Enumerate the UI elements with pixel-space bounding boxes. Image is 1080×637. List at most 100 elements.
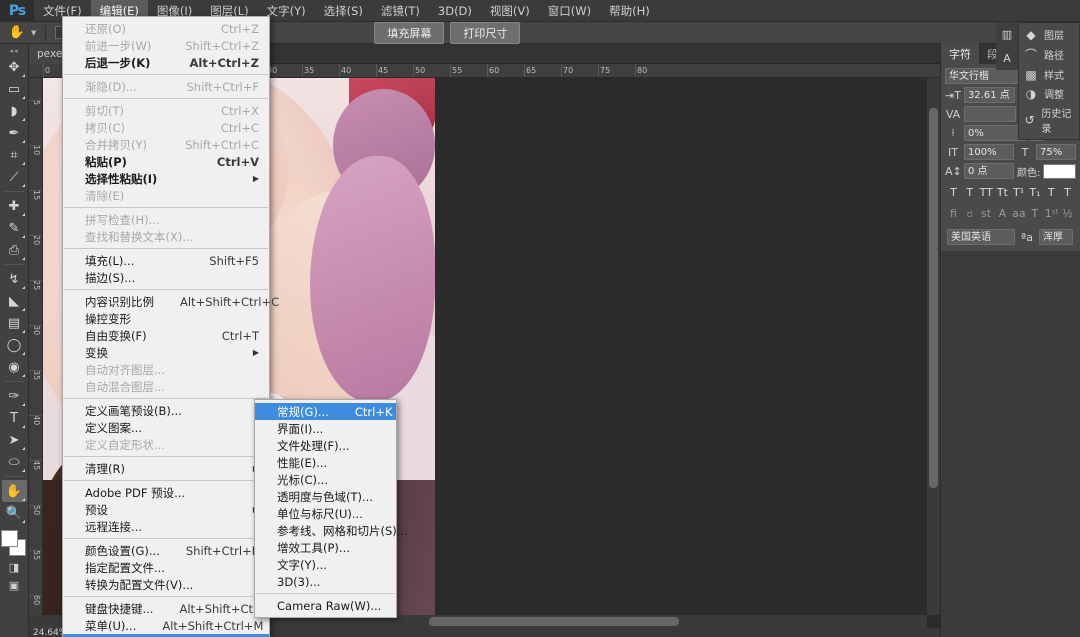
eyedropper-tool[interactable]: ⟋ [2,166,27,188]
quick-mask-icon[interactable]: ◨ [2,558,27,576]
vertical-scrollbar-thumb[interactable] [929,108,938,488]
dodge-tool[interactable]: ◉ [2,356,27,378]
font-style-button-2-6[interactable]: 1ˢᵗ [1045,207,1059,221]
brush-tool[interactable]: ✎ [2,217,27,239]
character-panel-icon[interactable]: A [996,46,1018,70]
preferences-submenu-item-0-10[interactable]: 3D(3)... [255,573,396,590]
tab-character[interactable]: 字符 [941,43,979,65]
edit-menu-item-5-3[interactable]: 变换 ▶ [63,344,269,361]
preferences-submenu-item-0-1[interactable]: 界面(I)... [255,420,396,437]
foreground-color-swatch[interactable] [1,530,18,547]
dock-item-样式[interactable]: ▩ 样式 [1019,65,1079,84]
path-selection-tool[interactable]: ➤ [2,429,27,451]
rectangular-marquee-tool[interactable]: ▭ [2,78,27,100]
menu-item-8[interactable]: 视图(V) [481,0,539,22]
font-style-button-1-2[interactable]: TT [980,186,993,199]
edit-menu-item-6-1[interactable]: 定义图案... [63,419,269,436]
preferences-submenu-item-0-5[interactable]: 透明度与色域(T)... [255,488,396,505]
edit-menu-item-0-2[interactable]: 后退一步(K) Alt+Ctrl+Z [63,54,269,71]
toolbar-grip[interactable]: ◂◂ [0,46,28,56]
fill-screen-button[interactable]: 填充屏幕 [374,21,445,44]
horizontal-scrollbar-thumb[interactable] [429,617,679,626]
edit-menu-item-10-0[interactable]: 键盘快捷键... Alt+Shift+Ctrl+K [63,600,278,617]
edit-menu-item-2-4[interactable]: 选择性粘贴(I) ▶ [63,170,269,187]
edit-menu-item-2-0[interactable]: 剪切(T) Ctrl+X [63,102,269,119]
edit-menu-item-1-0[interactable]: 渐隐(D)... Shift+Ctrl+F [63,78,269,95]
preferences-submenu-item-0-2[interactable]: 文件处理(F)... [255,437,396,454]
font-style-button-1-4[interactable]: T¹ [1012,186,1025,199]
font-style-button-1-5[interactable]: T₁ [1028,186,1041,199]
dock-item-历史记录[interactable]: ↺ 历史记录 [1019,103,1079,137]
edit-menu-item-9-2[interactable]: 转换为配置文件(V)... [63,576,269,593]
font-style-button-2-1[interactable]: ರ [963,207,976,221]
menu-item-10[interactable]: 帮助(H) [600,0,659,22]
preferences-submenu-item-0-9[interactable]: 文字(Y)... [255,556,396,573]
zoom-tool[interactable]: 🔍 [2,502,27,524]
horizontal-scale-field[interactable]: 100% [964,144,1014,160]
edit-menu-item-6-2[interactable]: 定义自定形状... [63,436,269,453]
font-style-button-2-2[interactable]: st [980,207,993,221]
edit-menu-item-0-0[interactable]: 还原(O) Ctrl+Z [63,20,269,37]
tool-preset-chevron-down-icon[interactable]: ▼ [31,29,36,37]
preferences-submenu-item-0-8[interactable]: 增效工具(P)... [255,539,396,556]
edit-menu-item-5-1[interactable]: 操控变形 [63,310,269,327]
font-style-button-1-0[interactable]: T [947,186,960,199]
edit-menu-item-7-0[interactable]: 清理(R)▶ [63,460,269,477]
font-style-button-1-1[interactable]: T [963,186,976,199]
text-color-swatch[interactable] [1043,163,1076,179]
pen-tool[interactable]: ✑ [2,385,27,407]
edit-menu-item-4-0[interactable]: 填充(L)... Shift+F5 [63,252,269,269]
edit-menu-item-4-1[interactable]: 描边(S)... [63,269,269,286]
edit-menu-dropdown[interactable]: 还原(O) Ctrl+Z 前进一步(W) Shift+Ctrl+Z 后退一步(K) Alt… [62,16,279,637]
font-style-button-2-5[interactable]: T [1028,207,1041,221]
hand-tool-icon[interactable]: ✋ [6,24,28,42]
edit-menu-item-3-1[interactable]: 查找和替换文本(X)... [63,228,269,245]
edit-menu-item-5-4[interactable]: 自动对齐图层... [63,361,269,378]
edit-menu-item-6-0[interactable]: 定义画笔预设(B)... [63,402,269,419]
spot-healing-brush-tool[interactable]: ✚ [2,195,27,217]
edit-menu-item-8-0[interactable]: Adobe PDF 预设... [63,484,269,501]
edit-menu-item-2-1[interactable]: 拷贝(C) Ctrl+C [63,119,269,136]
font-style-button-2-0[interactable]: fi [947,207,960,221]
font-style-button-2-3[interactable]: A [996,207,1009,221]
move-tool[interactable]: ✥ [2,56,27,78]
baseline-percent-field[interactable]: 0% [964,125,1026,141]
edit-menu-item-5-5[interactable]: 自动混合图层... [63,378,269,395]
preferences-submenu-item-0-7[interactable]: 参考线、网格和切片(S)... [255,522,408,539]
anti-alias-select[interactable]: 浑厚 [1039,229,1073,245]
preferences-submenu-item-0-0[interactable]: 常规(G)... Ctrl+K [255,403,396,420]
dock-item-路径[interactable]: ⌒ 路径 [1019,44,1079,65]
edit-menu-item-2-2[interactable]: 合并拷贝(Y) Shift+Ctrl+C [63,136,269,153]
font-style-button-1-7[interactable]: T [1061,186,1074,199]
dock-item-图层[interactable]: ◆ 图层 [1019,25,1079,44]
vertical-ruler[interactable]: 5 10 15 20 25 30 35 40 45 50 55 60 [29,78,43,615]
hand-tool[interactable]: ✋ [1,480,27,502]
edit-menu-item-2-5[interactable]: 清除(E) [63,187,269,204]
menu-item-6[interactable]: 滤镜(T) [372,0,429,22]
edit-menu-item-3-0[interactable]: 拼写检查(H)... [63,211,269,228]
menu-item-7[interactable]: 3D(D) [429,0,481,22]
preferences-submenu-item-0-6[interactable]: 单位与标尺(U)... [255,505,396,522]
edit-menu-item-8-1[interactable]: 预设▶ [63,501,269,518]
edit-menu-item-0-1[interactable]: 前进一步(W) Shift+Ctrl+Z [63,37,269,54]
baseline-shift-field[interactable]: 0 点 [964,163,1014,179]
edit-menu-item-10-1[interactable]: 菜单(U)... Alt+Shift+Ctrl+M [63,617,269,634]
color-swatches[interactable] [0,530,28,558]
font-size-field[interactable]: 32.61 点 [963,87,1016,103]
menu-item-5[interactable]: 选择(S) [315,0,372,22]
gradient-tool[interactable]: ▤ [2,312,27,334]
language-select[interactable]: 美国英语 [947,229,1015,245]
preferences-submenu-item-0-3[interactable]: 性能(E)... [255,454,396,471]
edit-menu-item-9-1[interactable]: 指定配置文件... [63,559,269,576]
blur-tool[interactable]: ◯ [2,334,27,356]
lasso-tool[interactable]: ◗ [2,100,27,122]
color-panel-icon[interactable]: ▥ [996,22,1018,46]
dock-item-调整[interactable]: ◑ 调整 [1019,84,1079,103]
font-style-button-2-4[interactable]: aa [1012,207,1025,221]
kerning-field[interactable] [964,106,1016,122]
history-brush-tool[interactable]: ↯ [2,268,27,290]
clone-stamp-tool[interactable]: ⎙ [2,239,27,261]
vertical-scrollbar[interactable] [927,78,940,615]
edit-menu-item-5-2[interactable]: 自由变换(F) Ctrl+T [63,327,269,344]
edit-menu-item-9-0[interactable]: 颜色设置(G)... Shift+Ctrl+K [63,542,269,559]
